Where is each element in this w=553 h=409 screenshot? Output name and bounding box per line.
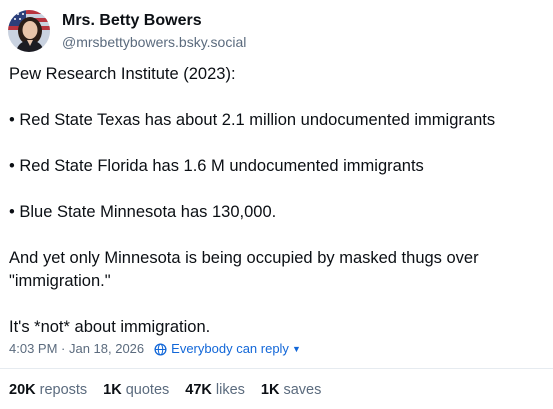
author-block[interactable]: Mrs. Betty Bowers @mrsbettybowers.bsky.s… xyxy=(62,11,246,52)
saves-label: saves xyxy=(283,382,322,398)
post-paragraph: • Red State Florida has 1.6 M undocument… xyxy=(9,157,424,175)
quotes-count: 1K xyxy=(103,382,122,398)
post-paragraph: • Blue State Minnesota has 130,000. xyxy=(9,203,277,221)
reply-setting-button[interactable]: Everybody can reply ▼ xyxy=(154,340,301,358)
likes-label: likes xyxy=(215,382,245,398)
post-paragraph: Pew Research Institute (2023): xyxy=(9,65,236,83)
author-display-name[interactable]: Mrs. Betty Bowers xyxy=(62,11,246,31)
chevron-down-icon: ▼ xyxy=(291,344,301,354)
likes-count: 47K xyxy=(185,382,212,398)
reposts-stat[interactable]: 20K reposts xyxy=(9,380,87,400)
quotes-label: quotes xyxy=(125,382,170,398)
post-timestamp[interactable]: 4:03 PM · Jan 18, 2026 xyxy=(9,340,144,358)
engagement-stats: 20K reposts 1K quotes 47K likes 1K saves xyxy=(9,380,337,400)
globe-icon xyxy=(154,342,167,356)
quotes-stat[interactable]: 1K quotes xyxy=(103,380,169,400)
avatar[interactable] xyxy=(8,10,50,52)
post-paragraph: It's *not* about immigration. xyxy=(9,318,211,336)
reposts-count: 20K xyxy=(9,382,36,398)
post-meta: 4:03 PM · Jan 18, 2026 Everybody can rep… xyxy=(9,340,301,358)
post-card: Mrs. Betty Bowers @mrsbettybowers.bsky.s… xyxy=(0,0,553,409)
saves-count: 1K xyxy=(260,382,280,398)
post-body: Pew Research Institute (2023): • Red Sta… xyxy=(9,63,545,362)
likes-stat[interactable]: 47K likes xyxy=(185,380,245,400)
avatar-image xyxy=(8,10,50,52)
author-handle[interactable]: @mrsbettybowers.bsky.social xyxy=(62,32,246,52)
divider xyxy=(0,368,553,369)
reply-setting-label: Everybody can reply xyxy=(171,341,289,356)
saves-stat[interactable]: 1K saves xyxy=(261,380,321,400)
post-paragraph: And yet only Minnesota is being occupied… xyxy=(9,249,484,290)
reposts-label: reposts xyxy=(39,382,88,398)
post-paragraph: • Red State Texas has about 2.1 million … xyxy=(9,111,496,129)
